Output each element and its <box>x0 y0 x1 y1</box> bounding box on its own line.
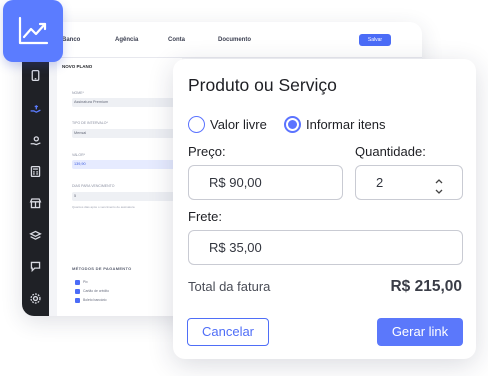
settings-icon[interactable] <box>28 291 43 306</box>
payment-checkbox[interactable] <box>75 298 80 303</box>
payment-method-label: Cartão de crédito <box>83 289 110 293</box>
nav-bank[interactable]: Banco <box>62 37 80 43</box>
stage: Banco Agência Conta Documento Salvar NOV… <box>0 0 488 376</box>
product-service-modal: Produto ou Serviço Valor livre Informar … <box>173 59 476 359</box>
total-label: Total da fatura <box>188 279 271 294</box>
quantity-stepper[interactable]: 2 <box>355 165 463 200</box>
payment-methods-title: MÉTODOS DE PAGAMENTO <box>72 266 132 271</box>
chat-icon[interactable] <box>28 259 43 274</box>
calculator-icon[interactable] <box>28 164 43 179</box>
background-plan-panel: NOVO PLANO NOME* Assinatura Premium TIPO… <box>57 58 182 316</box>
due-days-input[interactable]: 5 <box>72 192 177 201</box>
store-icon[interactable] <box>28 196 43 211</box>
background-topbar: Banco Agência Conta Documento Salvar <box>22 22 422 58</box>
chart-trend-icon <box>18 16 49 45</box>
plan-panel-title: NOVO PLANO <box>62 64 93 69</box>
hand-coin-icon[interactable] <box>28 133 43 148</box>
freight-label: Frete: <box>188 209 222 224</box>
radio-label: Informar itens <box>306 116 386 132</box>
payment-method-label: Boleto bancário <box>83 298 107 302</box>
payment-checkbox[interactable] <box>75 280 80 285</box>
modal-title: Produto ou Serviço <box>188 75 337 95</box>
nav-account[interactable]: Conta <box>168 37 185 43</box>
cancel-button[interactable]: Cancelar <box>187 318 269 346</box>
radio-button[interactable] <box>188 115 205 133</box>
quantity-value: 2 <box>376 175 384 190</box>
value-input[interactable]: 139,90 <box>72 160 177 169</box>
radio-informar-itens[interactable]: Informar itens <box>284 114 385 134</box>
radio-label: Valor livre <box>210 116 267 132</box>
due-days-hint: Quantos dias após o vencimento de assina… <box>72 205 135 209</box>
payment-checkbox[interactable] <box>75 289 80 294</box>
payment-method-label: Pix <box>83 280 88 284</box>
interval-select[interactable]: Mensal <box>72 129 177 138</box>
total-value: R$ 215,00 <box>390 278 462 295</box>
nav-document[interactable]: Documento <box>218 37 251 43</box>
price-label: Preço: <box>188 144 226 159</box>
layers-icon[interactable] <box>28 228 43 243</box>
radio-valor-livre[interactable]: Valor livre <box>188 114 267 134</box>
hand-money-icon[interactable] <box>28 101 43 116</box>
freight-input[interactable]: R$ 35,00 <box>188 230 463 265</box>
field-label: TIPO DE INTERVALO* <box>72 121 108 125</box>
field-label: NOME* <box>72 91 84 95</box>
background-sidebar <box>22 58 49 316</box>
chart-badge <box>3 0 63 62</box>
nav-agency[interactable]: Agência <box>115 37 138 43</box>
field-label: VALOR* <box>72 153 85 157</box>
stepper-arrows-icon[interactable] <box>434 174 444 194</box>
generate-link-button[interactable]: Gerar link <box>377 318 463 346</box>
quantity-label: Quantidade: <box>355 144 426 159</box>
background-save-button[interactable]: Salvar <box>359 34 391 46</box>
name-input[interactable]: Assinatura Premium <box>72 98 177 107</box>
field-label: DIAS PARA VENCIMENTO <box>72 184 115 188</box>
phone-icon[interactable] <box>28 68 43 83</box>
price-input[interactable]: R$ 90,00 <box>188 165 343 200</box>
radio-button[interactable] <box>284 115 301 133</box>
